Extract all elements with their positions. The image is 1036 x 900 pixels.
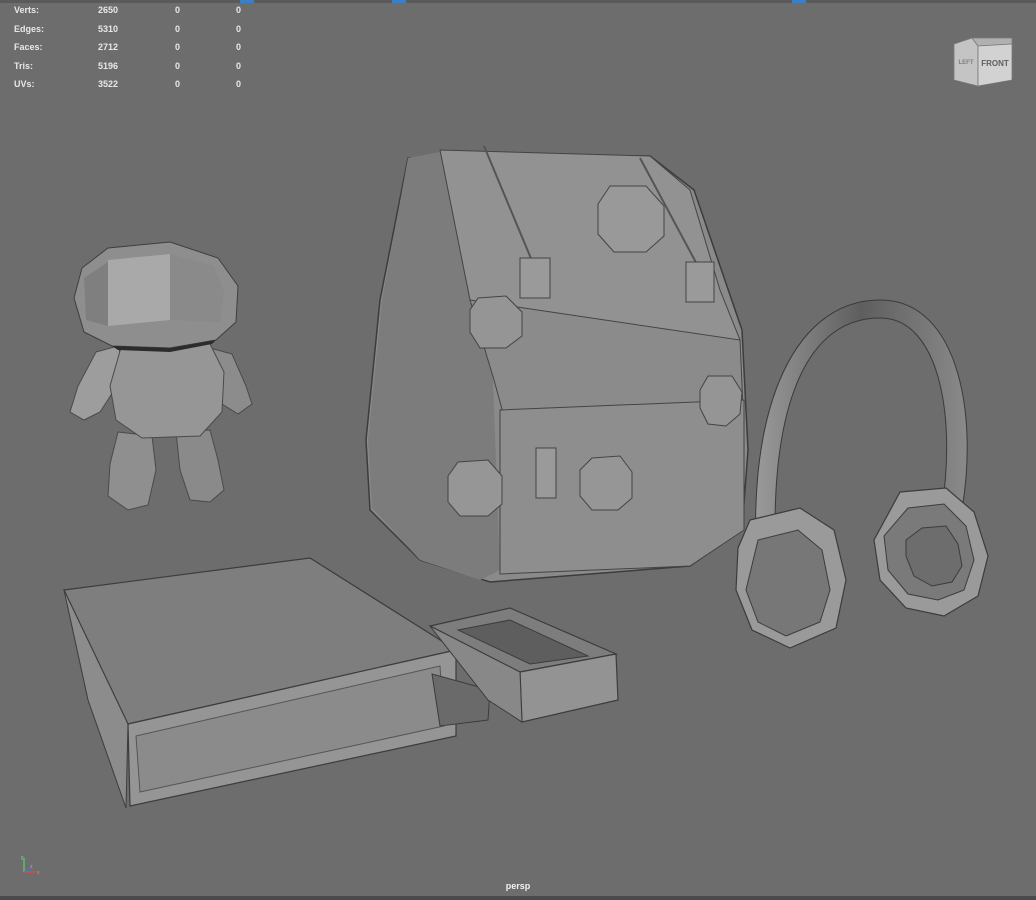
hud-value: 5310 (98, 23, 119, 34)
viewcube[interactable]: LEFT FRONT (952, 34, 1014, 90)
hud-value: 2712 (98, 42, 119, 52)
viewcube-left-label: LEFT (959, 60, 974, 66)
backpack-model[interactable] (365, 145, 749, 583)
toy-figure-model[interactable] (69, 241, 253, 511)
scene-models[interactable] (0, 0, 1036, 900)
viewcube-front-label: FRONT (981, 59, 1009, 68)
hud-value: 0 (175, 5, 181, 15)
viewport-bottom-edge (0, 896, 1036, 900)
hud-value: 0 (236, 23, 242, 34)
z-axis-label: z (30, 864, 33, 870)
hud-value: 2650 (98, 5, 119, 15)
hud-value: 0 (175, 60, 181, 71)
hud-value: 0 (175, 23, 181, 34)
book-model[interactable] (63, 557, 491, 809)
hud-value: 0 (236, 79, 242, 89)
hud-label: Tris: (14, 60, 34, 71)
hud-value: 3522 (98, 79, 119, 89)
hud-label: Verts: (14, 5, 40, 15)
hud-label: UVs: (14, 79, 35, 89)
hud-value: 0 (236, 42, 242, 52)
hud-value: 0 (236, 60, 242, 71)
hud-value: 0 (175, 79, 181, 89)
headphones-model[interactable] (735, 299, 989, 649)
hud-label: Faces: (14, 42, 43, 52)
hud-value: 5196 (98, 60, 119, 71)
viewport-persp[interactable]: Verts: 2650 0 0 Edges: 5310 0 0 Faces: 2… (0, 0, 1036, 900)
x-axis-label: x (37, 870, 40, 876)
hud-value: 0 (175, 42, 181, 52)
axis-gizmo: y x z (21, 855, 40, 876)
hud-value: 0 (236, 5, 242, 15)
hud-label: Edges: (14, 23, 45, 34)
camera-name-label: persp (505, 881, 531, 891)
